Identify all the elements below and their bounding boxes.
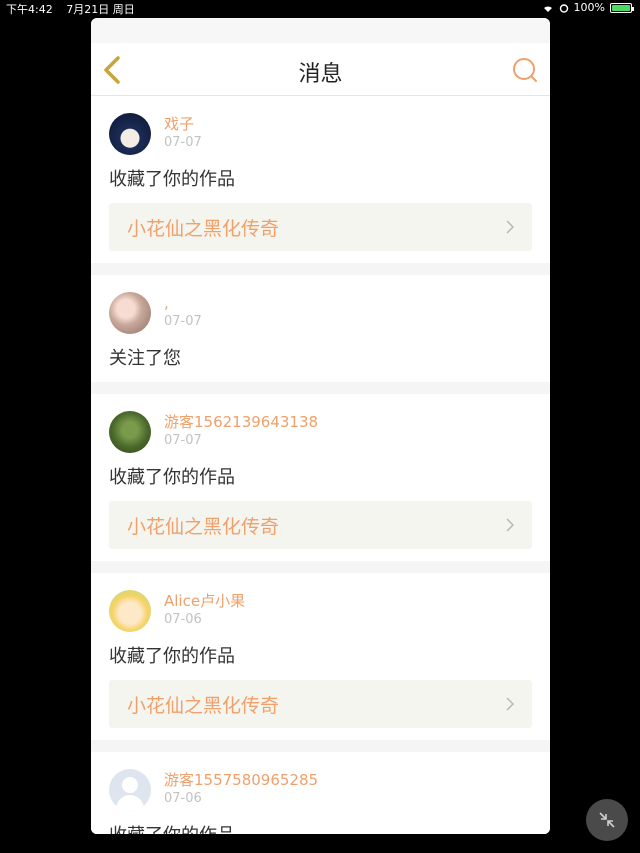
avatar[interactable] bbox=[109, 590, 151, 632]
user-name[interactable]: 游客1557580965285 bbox=[164, 771, 318, 790]
message-date: 07-06 bbox=[164, 791, 202, 806]
chevron-right-icon bbox=[506, 697, 514, 711]
avatar[interactable] bbox=[109, 113, 151, 155]
message-panel: 消息 戏子 07-07 收藏了你的作品 小花仙之黑化传奇 , 07-07 关注了… bbox=[91, 18, 550, 834]
battery-icon bbox=[610, 2, 634, 13]
user-name[interactable]: Alice卢小果 bbox=[164, 592, 245, 611]
message-action: 收藏了你的作品 bbox=[109, 646, 235, 667]
message-item: 戏子 07-07 收藏了你的作品 小花仙之黑化传奇 bbox=[91, 96, 550, 263]
chevron-right-icon bbox=[506, 220, 514, 234]
page-title: 消息 bbox=[298, 62, 343, 87]
message-item: Alice卢小果 07-06 收藏了你的作品 小花仙之黑化传奇 bbox=[91, 573, 550, 740]
message-list: 戏子 07-07 收藏了你的作品 小花仙之黑化传奇 , 07-07 关注了您 游… bbox=[91, 96, 550, 834]
search-icon[interactable] bbox=[512, 57, 538, 83]
message-date: 07-07 bbox=[164, 433, 202, 448]
user-name[interactable]: 游客1562139643138 bbox=[164, 413, 318, 432]
collapse-button[interactable] bbox=[586, 799, 628, 841]
user-name[interactable]: , bbox=[164, 294, 202, 313]
avatar[interactable] bbox=[109, 769, 151, 811]
user-name[interactable]: 戏子 bbox=[164, 115, 202, 134]
message-date: 07-07 bbox=[164, 314, 202, 329]
message-date: 07-07 bbox=[164, 135, 202, 150]
message-date: 07-06 bbox=[164, 612, 202, 627]
status-date: 7月21日 周日 bbox=[66, 3, 135, 16]
alarm-icon bbox=[559, 3, 568, 13]
status-time: 下午4:42 bbox=[6, 3, 53, 16]
work-title: 小花仙之黑化传奇 bbox=[127, 218, 280, 240]
wifi-icon bbox=[543, 5, 552, 12]
avatar[interactable] bbox=[109, 411, 151, 453]
battery-percent: 100% bbox=[573, 1, 605, 14]
work-title: 小花仙之黑化传奇 bbox=[127, 695, 280, 717]
message-action: 收藏了你的作品 bbox=[109, 169, 235, 190]
work-link[interactable]: 小花仙之黑化传奇 bbox=[109, 501, 532, 549]
collapse-arrows-icon bbox=[599, 812, 615, 828]
message-item: 游客1557580965285 07-06 收藏了你的作品 bbox=[91, 752, 550, 834]
message-action: 关注了您 bbox=[109, 348, 181, 369]
message-action: 收藏了你的作品 bbox=[109, 821, 532, 834]
message-action: 收藏了你的作品 bbox=[109, 467, 235, 488]
avatar[interactable] bbox=[109, 292, 151, 334]
message-item: 游客1562139643138 07-07 收藏了你的作品 小花仙之黑化传奇 bbox=[91, 394, 550, 561]
chevron-right-icon bbox=[506, 518, 514, 532]
nav-bar: 消息 bbox=[91, 43, 550, 96]
work-link[interactable]: 小花仙之黑化传奇 bbox=[109, 203, 532, 251]
message-item: , 07-07 关注了您 bbox=[91, 275, 550, 382]
status-bar: 下午4:42 7月21日 周日 100% bbox=[0, 0, 640, 16]
work-link[interactable]: 小花仙之黑化传奇 bbox=[109, 680, 532, 728]
work-title: 小花仙之黑化传奇 bbox=[127, 516, 280, 538]
